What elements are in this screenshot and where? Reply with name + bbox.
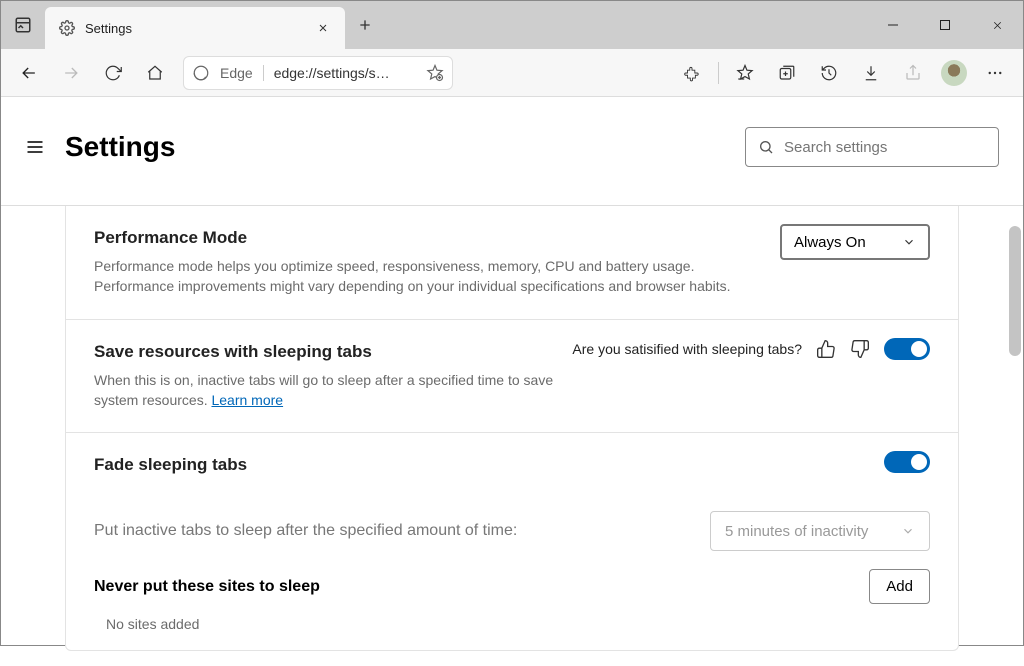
chevron-down-icon [901, 524, 915, 538]
share-button[interactable] [893, 55, 933, 91]
tab-actions-button[interactable] [1, 1, 45, 49]
content-area: Performance Mode Performance mode helps … [1, 206, 1023, 666]
settings-panel: Performance Mode Performance mode helps … [65, 206, 959, 651]
sleeping-tabs-toggle[interactable] [884, 338, 930, 360]
downloads-button[interactable] [851, 55, 891, 91]
search-icon [758, 139, 774, 155]
page-title: Settings [65, 131, 175, 163]
scrollbar-thumb[interactable] [1009, 226, 1021, 356]
section-fade-sleeping-tabs: Fade sleeping tabs [66, 432, 958, 497]
tab-title: Settings [85, 21, 301, 36]
search-input[interactable] [784, 139, 986, 156]
address-bar[interactable]: Edge edge://settings/s… [183, 56, 453, 90]
fade-sleeping-tabs-toggle[interactable] [884, 451, 930, 473]
add-favorite-icon[interactable] [426, 64, 444, 82]
section-inactive-timeout: Put inactive tabs to sleep after the spe… [66, 497, 958, 555]
tab-close-button[interactable] [311, 16, 335, 40]
divider [718, 62, 719, 84]
minimize-button[interactable] [867, 1, 919, 49]
profile-avatar[interactable] [941, 60, 967, 86]
extensions-button[interactable] [672, 55, 712, 91]
thumbs-up-button[interactable] [816, 339, 836, 359]
section-never-sleep: Never put these sites to sleep Add [66, 555, 958, 610]
new-tab-button[interactable] [345, 1, 385, 49]
address-url: edge://settings/s… [274, 65, 416, 81]
inactive-timeout-label: Put inactive tabs to sleep after the spe… [94, 522, 517, 540]
dropdown-value: Always On [794, 234, 866, 251]
add-site-button[interactable]: Add [869, 569, 930, 604]
back-button[interactable] [9, 55, 49, 91]
never-sleep-title: Never put these sites to sleep [94, 578, 320, 596]
close-window-button[interactable] [971, 1, 1023, 49]
performance-mode-dropdown[interactable]: Always On [780, 224, 930, 260]
learn-more-link[interactable]: Learn more [211, 392, 283, 408]
feedback-question: Are you satisified with sleeping tabs? [572, 341, 802, 357]
forward-button[interactable] [51, 55, 91, 91]
refresh-button[interactable] [93, 55, 133, 91]
browser-tab[interactable]: Settings [45, 7, 345, 49]
maximize-button[interactable] [919, 1, 971, 49]
titlebar: Settings [1, 1, 1023, 49]
inactive-timeout-select[interactable]: 5 minutes of inactivity [710, 511, 930, 551]
home-button[interactable] [135, 55, 175, 91]
never-sleep-empty: No sites added [66, 610, 958, 650]
settings-header: Settings [1, 117, 1023, 177]
section-title: Fade sleeping tabs [94, 455, 930, 475]
section-desc: When this is on, inactive tabs will go t… [94, 370, 594, 411]
toolbar: Edge edge://settings/s… [1, 49, 1023, 97]
section-sleeping-tabs: Save resources with sleeping tabs When t… [66, 319, 958, 433]
section-performance-mode: Performance Mode Performance mode helps … [66, 206, 958, 319]
edge-icon [192, 64, 210, 82]
gear-icon [59, 20, 75, 36]
settings-menu-button[interactable] [17, 129, 53, 165]
collections-button[interactable] [767, 55, 807, 91]
select-value: 5 minutes of inactivity [725, 523, 868, 540]
section-desc: Performance mode helps you optimize spee… [94, 256, 734, 297]
history-button[interactable] [809, 55, 849, 91]
thumbs-down-button[interactable] [850, 339, 870, 359]
address-identity-label: Edge [220, 65, 264, 81]
favorites-button[interactable] [725, 55, 765, 91]
chevron-down-icon [902, 235, 916, 249]
window-controls [867, 1, 1023, 49]
search-settings[interactable] [745, 127, 999, 167]
menu-button[interactable] [975, 55, 1015, 91]
